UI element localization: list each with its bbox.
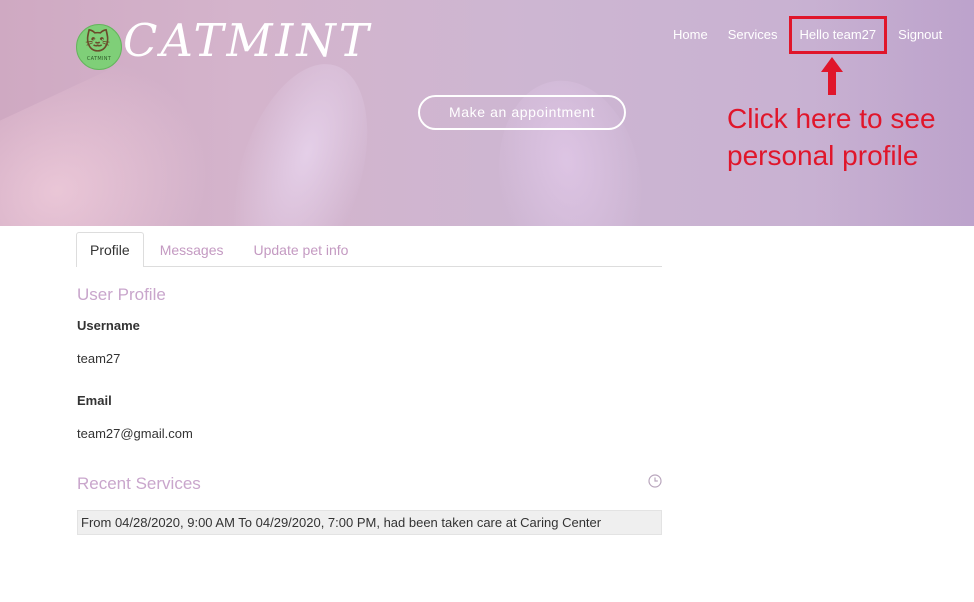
- recent-services-heading: Recent Services: [77, 474, 201, 493]
- clock-icon: [648, 474, 662, 488]
- email-value: team27@gmail.com: [77, 426, 193, 441]
- username-label: Username: [77, 318, 140, 333]
- username-value: team27: [77, 351, 121, 366]
- user-profile-heading: User Profile: [77, 285, 166, 304]
- tab-profile[interactable]: Profile: [76, 232, 144, 267]
- nav-services-link[interactable]: Services: [718, 27, 788, 51]
- brand-name: CATMINT: [123, 14, 372, 67]
- cat-logo-icon: 🐱 CATMINT: [76, 24, 122, 70]
- logo-badge-text: CATMINT: [86, 56, 112, 62]
- hero-background-cat-ear: [0, 45, 255, 226]
- hero-background-cat-ear: [483, 69, 657, 226]
- hero-banner: 🐱 CATMINT CATMINT Home Services Hello te…: [0, 0, 974, 226]
- top-nav: Home Services Hello team27 Signout: [663, 16, 952, 54]
- annotation-callout: Click here to see personal profile: [727, 103, 936, 171]
- red-arrow-up-icon: [821, 57, 843, 95]
- hero-background-cat-ear: [207, 47, 393, 226]
- nav-home-link[interactable]: Home: [663, 27, 718, 51]
- tab-messages[interactable]: Messages: [146, 232, 238, 265]
- nav-signout-link[interactable]: Signout: [888, 27, 952, 51]
- tab-update-pet-info[interactable]: Update pet info: [240, 232, 363, 265]
- profile-tabs: Profile Messages Update pet info: [76, 232, 662, 267]
- nav-hello-user-link[interactable]: Hello team27: [788, 16, 888, 54]
- make-appointment-button[interactable]: Make an appointment: [418, 95, 626, 130]
- recent-service-item: From 04/28/2020, 9:00 AM To 04/29/2020, …: [77, 510, 662, 535]
- email-label: Email: [77, 393, 112, 408]
